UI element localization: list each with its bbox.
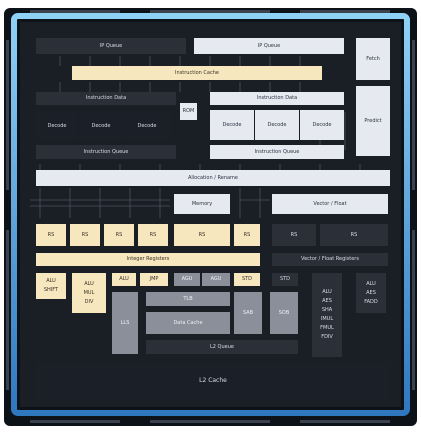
aes-label: AES [322,298,332,304]
sab-block: SAB [234,292,262,334]
decode-left-3: Decode [124,112,170,140]
instruction-queue-left: Instruction Queue [36,145,176,159]
rs-5: RS [174,224,230,246]
instruction-data-right: Instruction Data [210,92,344,105]
std-unit-1: STD [234,273,260,286]
rs-vector-2: RS [320,224,388,246]
l2-cache-block: L2 Cache [36,362,390,400]
allocation-rename: Allocation / Rename [36,170,390,186]
fetch-unit: Fetch [356,38,390,80]
std-unit-2: STD [272,273,298,286]
decode-left-2: Decode [80,112,122,140]
agu-unit-1: AGU [174,273,200,286]
instruction-data-left: Instruction Data [36,92,176,105]
rom-block: ROM [180,103,197,120]
imul-label: IMUL [320,316,334,322]
sha-label: SHA [321,307,333,313]
shift-label: SHIFT [43,287,59,293]
fdiv-label: FDIV [321,334,333,340]
alu-label: ALU [46,278,56,284]
div-label: DIV [84,298,94,305]
vector-units-column-2: ALU AES FADD [356,273,386,313]
alu-unit-2: ALU [112,273,136,286]
alu-label: ALU [322,289,332,295]
alu-mul-div-unit: ALU MUL DIV [72,273,106,313]
rs-1: RS [36,224,66,246]
vector-float-block: Vector / Float [272,194,388,214]
data-cache-block: Data Cache [146,312,230,334]
vector-units-column-1: ALU AES SHA IMUL FMUL FDIV [312,273,342,357]
alu-shift-unit: ALU SHIFT [36,273,66,299]
l2-queue-block: L2 Queue [146,340,298,354]
decode-left-1: Decode [36,112,78,140]
alu-label: ALU [84,280,94,287]
tlb-block: TLB [146,292,230,306]
integer-registers: Integer Registers [36,253,260,266]
fadd-label: FADD [364,298,378,305]
agu-unit-2: AGU [202,273,230,286]
decode-right-2: Decode [255,110,299,140]
instruction-cache: Instruction Cache [72,66,322,80]
rs-6: RS [234,224,260,246]
mul-label: MUL [83,289,95,296]
aes-label: AES [366,289,376,296]
vector-float-registers: Vector / Float Registers [272,253,388,266]
fmul-label: FMUL [320,325,334,331]
jmp-unit: JMP [140,273,168,286]
sob-block: SOB [270,292,298,334]
ip-queue-left: IP Queue [36,38,186,54]
instruction-queue-right: Instruction Queue [210,145,344,159]
memory-block: Memory [174,194,230,214]
decode-right-1: Decode [210,110,254,140]
predict-unit: Predict [356,86,390,156]
alu-label: ALU [366,280,376,287]
ip-queue-right: IP Queue [194,38,344,54]
rs-4: RS [138,224,168,246]
lls-block: LLS [112,292,138,354]
decode-right-3: Decode [300,110,344,140]
rs-vector-1: RS [272,224,316,246]
rs-3: RS [104,224,134,246]
rs-2: RS [70,224,100,246]
